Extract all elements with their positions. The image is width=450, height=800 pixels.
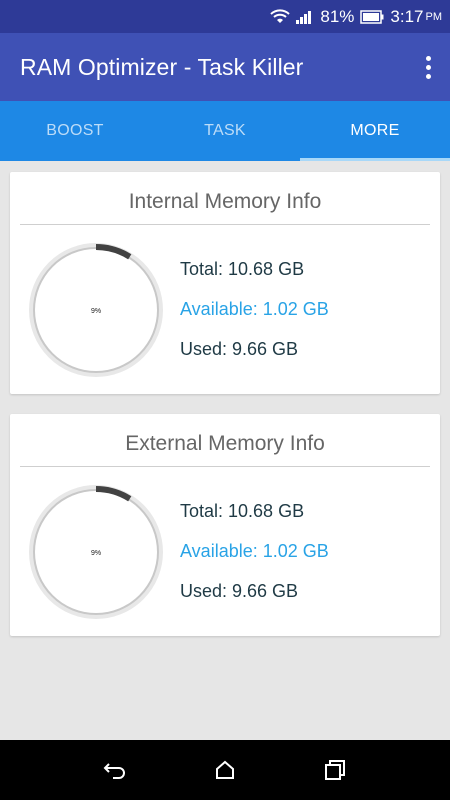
internal-available: Available: 1.02 GB	[180, 299, 329, 319]
tab-boost[interactable]: BOOST	[0, 101, 150, 161]
internal-memory-card: Internal Memory Info 9% Total: 10.68 GB …	[10, 172, 440, 394]
external-memory-stats: Total: 10.68 GB Available: 1.02 GB Used:…	[180, 498, 329, 618]
home-button[interactable]	[205, 750, 245, 790]
app-title: RAM Optimizer - Task Killer	[20, 53, 304, 80]
back-button[interactable]	[95, 750, 135, 790]
overflow-menu-icon[interactable]	[418, 53, 438, 81]
clock-time: 3:17	[390, 6, 424, 26]
clock: 3:17 PM	[390, 7, 442, 27]
tab-more[interactable]: MORE	[300, 101, 450, 161]
internal-total: Total: 10.68 GB	[180, 259, 305, 279]
home-icon	[216, 760, 234, 779]
recents-icon	[325, 760, 345, 780]
nav-bar	[0, 740, 450, 800]
internal-gauge-label: 9%	[91, 308, 101, 315]
external-used: Used: 9.66 GB	[180, 581, 299, 601]
internal-memory-gauge: 9%	[29, 243, 163, 377]
recents-button[interactable]	[315, 750, 355, 790]
tab-bar: BOOST TASK MORE	[0, 101, 450, 161]
external-available: Available: 1.02 GB	[180, 541, 329, 561]
tab-task[interactable]: TASK	[150, 101, 300, 161]
internal-used: Used: 9.66 GB	[180, 339, 299, 359]
internal-memory-title: Internal Memory Info	[20, 190, 430, 225]
app-bar: RAM Optimizer - Task Killer	[0, 33, 450, 101]
external-total: Total: 10.68 GB	[180, 501, 305, 521]
wifi-icon	[270, 8, 291, 25]
external-memory-gauge: 9%	[29, 485, 163, 619]
external-memory-card: External Memory Info 9% Total: 10.68 GB …	[10, 414, 440, 636]
external-gauge-label: 9%	[91, 550, 101, 557]
back-icon	[103, 763, 125, 779]
internal-memory-stats: Total: 10.68 GB Available: 1.02 GB Used:…	[180, 256, 329, 376]
status-bar: 81% 3:17 PM	[0, 0, 450, 33]
signal-icon	[296, 10, 314, 24]
battery-icon	[360, 9, 384, 24]
clock-suffix: PM	[425, 10, 443, 23]
external-memory-title: External Memory Info	[20, 432, 430, 467]
battery-percent: 81%	[320, 6, 355, 26]
